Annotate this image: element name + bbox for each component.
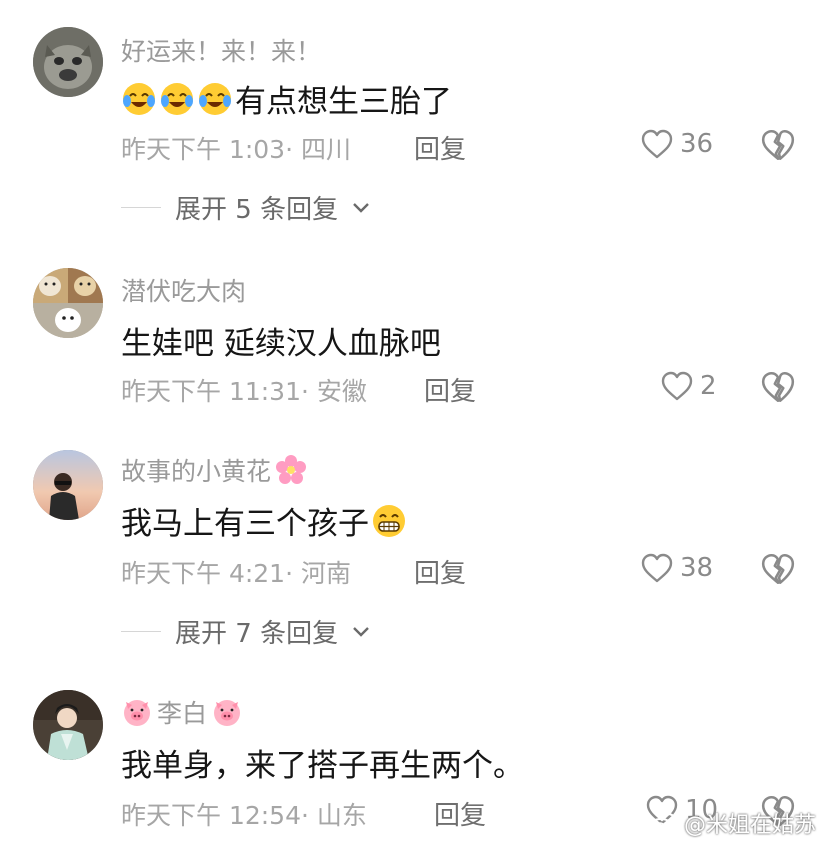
timestamp: 昨天下午 1:03 bbox=[121, 135, 286, 164]
comment-meta: 昨天下午 12:54· 山东 bbox=[121, 801, 367, 830]
heart-icon bbox=[641, 553, 673, 583]
dislike-button[interactable] bbox=[760, 370, 796, 404]
broken-heart-icon bbox=[761, 371, 795, 403]
dogs-collage-avatar-icon bbox=[33, 268, 103, 338]
crying-laughing-emoji bbox=[121, 81, 157, 117]
chevron-down-icon bbox=[353, 202, 369, 213]
username[interactable]: 潜伏吃大肉 bbox=[121, 272, 246, 308]
dislike-button[interactable] bbox=[760, 552, 796, 586]
username[interactable]: 李白 bbox=[121, 694, 243, 730]
comment-text: 我马上有三个孩子 bbox=[121, 498, 407, 543]
like-button[interactable]: 38 bbox=[640, 552, 713, 584]
divider bbox=[121, 631, 161, 632]
broken-heart-icon bbox=[761, 553, 795, 585]
heart-icon bbox=[641, 129, 673, 159]
broken-heart-icon bbox=[761, 129, 795, 161]
grinning-emoji bbox=[371, 503, 407, 539]
avatar[interactable] bbox=[33, 27, 103, 97]
pig-face-emoji bbox=[211, 696, 243, 728]
crying-laughing-emoji bbox=[159, 81, 195, 117]
like-button[interactable]: 36 bbox=[640, 128, 713, 160]
location: 安徽 bbox=[316, 377, 367, 406]
heart-icon bbox=[661, 371, 693, 401]
timestamp: 昨天下午 4:21 bbox=[121, 559, 286, 588]
avatar[interactable] bbox=[33, 268, 103, 338]
dislike-button[interactable] bbox=[760, 128, 796, 162]
expand-replies-button[interactable]: 展开 5 条回复 bbox=[121, 189, 370, 226]
like-button[interactable]: 2 bbox=[660, 370, 717, 402]
reply-button[interactable]: 回复 bbox=[414, 129, 466, 166]
chevron-down-icon bbox=[353, 626, 369, 637]
location: 四川 bbox=[301, 135, 352, 164]
reply-button[interactable]: 回复 bbox=[424, 371, 476, 408]
timestamp: 昨天下午 11:31 bbox=[121, 377, 301, 406]
location: 河南 bbox=[301, 559, 352, 588]
expand-replies-button[interactable]: 展开 7 条回复 bbox=[121, 613, 370, 650]
pig-face-emoji bbox=[121, 696, 153, 728]
weibo-icon bbox=[648, 813, 676, 834]
avatar[interactable] bbox=[33, 690, 103, 760]
comment-text: 生娃吧 延续汉人血脉吧 bbox=[121, 326, 441, 362]
avatar[interactable] bbox=[33, 450, 103, 520]
bulldog-avatar-icon bbox=[33, 27, 103, 97]
like-count: 36 bbox=[680, 129, 714, 159]
crying-laughing-emoji bbox=[197, 81, 233, 117]
watermark: @米姐在姑苏 bbox=[648, 807, 816, 839]
like-count: 2 bbox=[700, 371, 717, 401]
like-count: 38 bbox=[680, 553, 714, 583]
comment-meta: 昨天下午 4:21· 河南 bbox=[121, 559, 352, 588]
reply-button[interactable]: 回复 bbox=[434, 795, 486, 832]
location: 山东 bbox=[316, 801, 367, 830]
timestamp: 昨天下午 12:54 bbox=[121, 801, 301, 830]
reply-button[interactable]: 回复 bbox=[414, 553, 466, 590]
comment-meta: 昨天下午 1:03· 四川 bbox=[121, 135, 352, 164]
ancient-costume-avatar-icon bbox=[33, 690, 103, 760]
username[interactable]: 好运来！来！来！ bbox=[121, 32, 321, 68]
comment-text: 我单身，来了搭子再生两个。 bbox=[121, 748, 524, 784]
cherry-blossom-emoji bbox=[275, 454, 307, 486]
username[interactable]: 故事的小黄花 bbox=[121, 452, 307, 488]
comment-text: 有点想生三胎了 bbox=[121, 76, 452, 121]
divider bbox=[121, 207, 161, 208]
comment-meta: 昨天下午 11:31· 安徽 bbox=[121, 377, 367, 406]
sunset-person-avatar-icon bbox=[33, 450, 103, 520]
